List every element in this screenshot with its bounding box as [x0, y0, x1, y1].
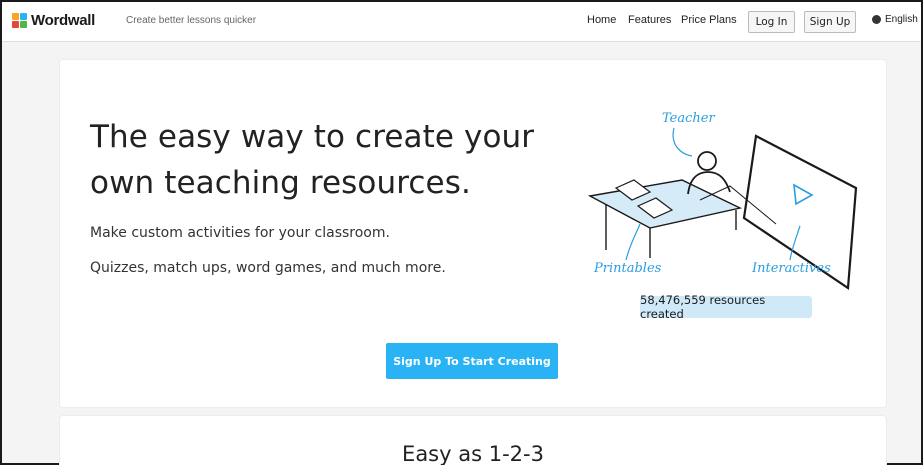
hero-subtitle-1: Make custom activities for your classroo…	[90, 225, 390, 241]
hero-title: The easy way to create your own teaching…	[90, 119, 535, 201]
login-button[interactable]: Log In	[748, 11, 795, 33]
language-selector[interactable]: English ▾	[872, 14, 923, 25]
nav-home-link[interactable]: Home	[587, 14, 616, 26]
label-interactives: Interactives	[751, 261, 831, 276]
top-navbar: Wordwall Create better lessons quicker H…	[2, 2, 923, 42]
resources-counter-badge: 58,476,559 resources created	[640, 293, 812, 321]
wordwall-logo[interactable]: Wordwall	[12, 12, 95, 29]
label-teacher: Teacher	[662, 111, 715, 126]
logo-icon	[12, 12, 28, 29]
classroom-illustration: Teacher Printables Interactives	[587, 111, 858, 290]
nav-features-link[interactable]: Features	[628, 14, 671, 26]
signup-button[interactable]: Sign Up	[804, 11, 856, 33]
label-printables: Printables	[593, 261, 662, 276]
hero-card: The easy way to create your own teaching…	[60, 60, 886, 407]
brand-tagline: Create better lessons quicker	[126, 15, 257, 26]
language-label: English	[885, 14, 918, 25]
hero-subtitle-2: Quizzes, match ups, word games, and much…	[90, 260, 446, 276]
easy-steps-card: Easy as 1-2-3	[60, 416, 886, 465]
section-title: Easy as 1-2-3	[402, 442, 544, 465]
globe-icon	[872, 15, 881, 24]
signup-cta-button[interactable]: Sign Up To Start Creating	[386, 343, 558, 379]
nav-price-plans-link[interactable]: Price Plans	[681, 14, 737, 26]
brand-name: Wordwall	[31, 12, 95, 29]
